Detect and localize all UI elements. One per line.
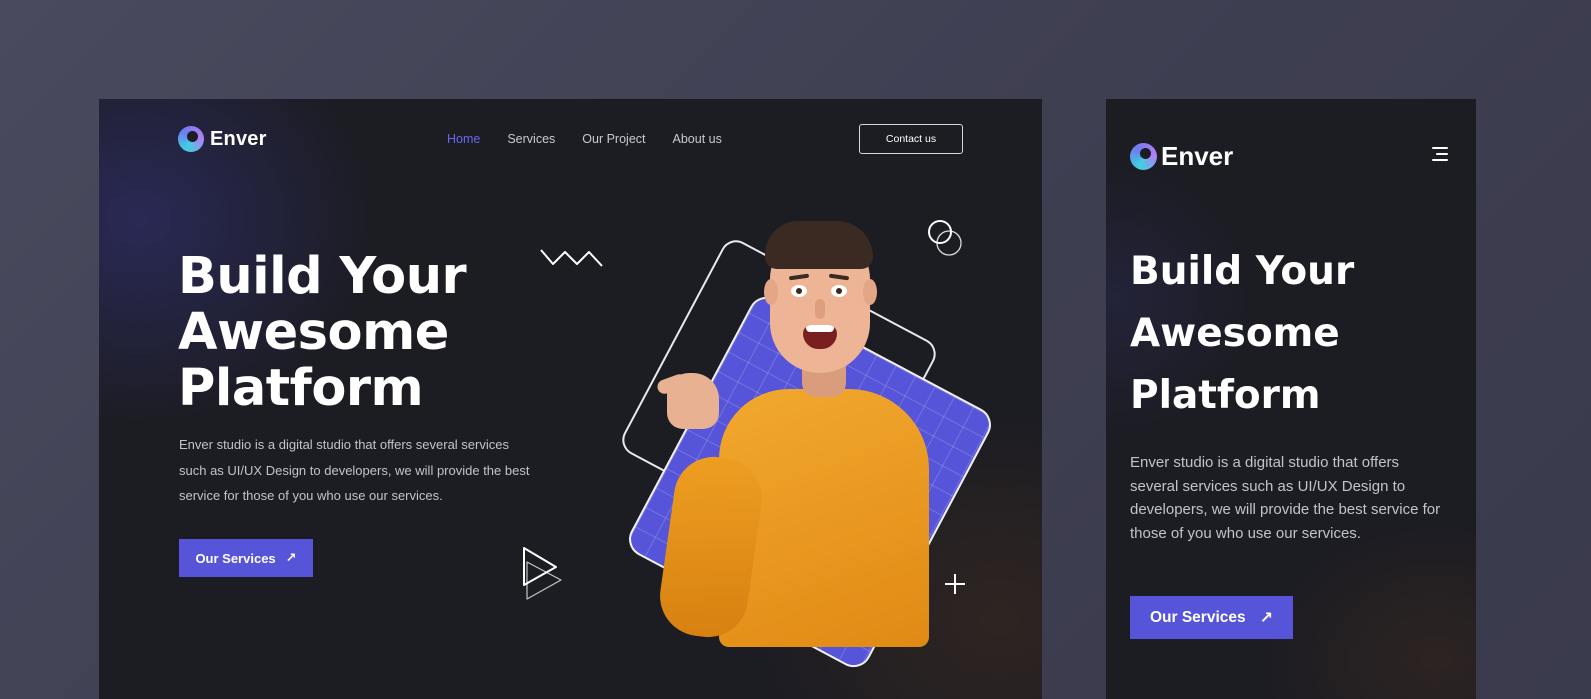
brand-name: Enver: [210, 127, 267, 150]
hero-description: Enver studio is a digital studio that of…: [1130, 454, 1441, 542]
hamburger-menu-icon[interactable]: [1432, 147, 1448, 161]
brand-logo[interactable]: Enver: [1130, 141, 1233, 172]
mobile-preview: Enver Build Your Awesome Platform Enver …: [1106, 99, 1476, 699]
our-services-label: Our Services: [1149, 608, 1246, 626]
arrow-up-right-icon: ↗: [285, 550, 297, 565]
nav-item-our-project[interactable]: Our Project: [582, 132, 645, 146]
hero-person-image: [619, 217, 999, 647]
hero-title-line: Build Your: [1130, 249, 1355, 294]
our-services-label: Our Services: [195, 550, 276, 566]
hero-title-line: Platform: [178, 359, 424, 418]
contact-us-button[interactable]: Contact us: [859, 124, 963, 154]
hero-title: Build Your Awesome Platform: [178, 247, 467, 418]
nav-item-home[interactable]: Home: [447, 132, 480, 146]
main-nav: Home Services Our Project About us: [447, 132, 722, 146]
hero-title-line: Build Your: [178, 247, 467, 306]
our-services-button[interactable]: Our Services ↗: [1130, 596, 1293, 639]
zigzag-decoration-icon: [540, 249, 603, 267]
brand-name: Enver: [1161, 141, 1234, 171]
hero-title-line: Awesome: [1130, 311, 1340, 356]
hero-title-line: Platform: [1130, 373, 1321, 418]
enver-logo-icon: [1130, 143, 1157, 170]
enver-logo-icon: [178, 126, 204, 152]
nav-item-about-us[interactable]: About us: [673, 132, 722, 146]
brand-logo[interactable]: Enver: [178, 126, 267, 152]
play-triangles-decoration-icon: [523, 547, 562, 600]
hero-title: Build Your Awesome Platform: [1130, 241, 1354, 427]
our-services-button[interactable]: Our Services ↗: [179, 539, 313, 577]
hero-illustration: [616, 217, 999, 674]
desktop-preview: Enver Home Services Our Project About us…: [99, 99, 1042, 699]
hero-title-line: Awesome: [178, 303, 449, 362]
arrow-up-right-icon: ↗: [1259, 609, 1274, 627]
hero-description: Enver studio is a digital studio that of…: [179, 437, 530, 503]
nav-item-services[interactable]: Services: [507, 132, 555, 146]
